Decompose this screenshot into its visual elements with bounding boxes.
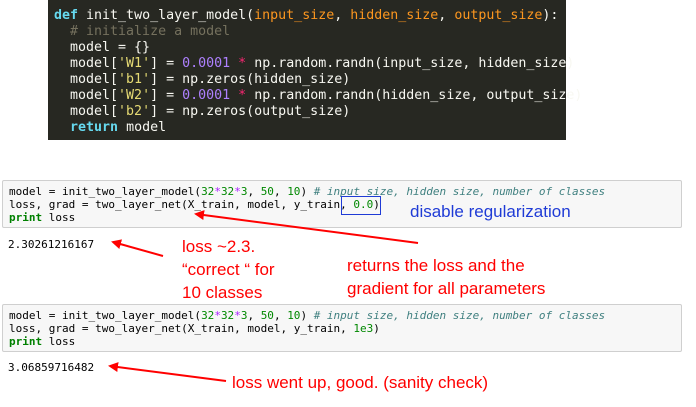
code-token: * (234, 185, 241, 198)
code-token: ): (542, 8, 559, 23)
code-token: model[ (54, 88, 119, 103)
returns-loss-annotation-line2: gradient for all parameters (347, 279, 546, 298)
code-token: ] = (150, 56, 183, 71)
loss-correct-annotation-line2: “correct “ for (182, 260, 275, 279)
code-token: model[ (54, 72, 119, 87)
code-token: , (273, 185, 288, 198)
code-token: np.random.randn(input_size, hidden_size) (254, 56, 575, 71)
code-token: 1e3 (353, 322, 374, 335)
code-token: # input size, hidden size, number of cla… (313, 309, 606, 322)
code-token: ] = (150, 88, 183, 103)
code-token: loss, grad = two_layer_net(X_train, mode… (9, 198, 354, 211)
cell2-code-line: print loss (9, 335, 675, 348)
code-token: 0.0001 (182, 88, 231, 103)
code-token: , (247, 309, 261, 322)
code-token: , (334, 8, 351, 23)
code-token: output_size (454, 8, 543, 23)
model-init-code-line: model['b1'] = np.zeros(hidden_size) (48, 72, 566, 88)
code-token: np.random.randn(hidden_size, output_size… (254, 88, 583, 103)
code-token: ) (300, 309, 314, 322)
code-token: print (9, 211, 43, 224)
loss-correct-annotation-line3: 10 classes (182, 283, 263, 302)
code-token: 'W1' (118, 56, 151, 71)
model-init-code-line: model['b2'] = np.zeros(output_size) (48, 104, 566, 120)
regularization-highlight-box (341, 196, 381, 215)
code-token: return (70, 120, 119, 135)
code-token: * (234, 309, 241, 322)
code-token: ] = np.zeros(hidden_size) (150, 72, 351, 87)
loss-went-up-annotation: loss went up, good. (sanity check) (232, 373, 489, 392)
code-token: model[ (54, 56, 119, 71)
cell2-code-line: model = init_two_layer_model(32*32*3, 50… (9, 309, 675, 322)
code-token: print (9, 335, 43, 348)
model-init-code-line: def init_two_layer_model(input_size, hid… (48, 8, 566, 24)
code-token: init_two_layer_model (86, 8, 247, 23)
code-token: hidden_size (350, 8, 439, 23)
code-token: 50 (260, 309, 274, 322)
code-token: loss (42, 335, 76, 348)
model-init-code-line: # initialize a model (48, 24, 566, 40)
code-token: # initialize a model (54, 24, 231, 39)
code-token: * (230, 88, 255, 103)
model-init-code-line: model['W2'] = 0.0001 * np.random.randn(h… (48, 88, 582, 104)
code-token: 32 (201, 185, 215, 198)
code-token: 0.0001 (182, 56, 231, 71)
cell1-output: 2.30261216167 (8, 238, 95, 251)
cell2-output: 3.06859716482 (8, 361, 95, 374)
model-init-code-line: model = {} (48, 40, 566, 56)
code-token: 32 (220, 185, 235, 198)
code-token: 32 (220, 309, 235, 322)
loss-correct-annotation-line1: loss ~2.3. (182, 237, 256, 256)
model-init-code-line: model['W1'] = 0.0001 * np.random.randn(i… (48, 56, 574, 72)
code-token: ] = np.zeros(output_size) (150, 104, 351, 119)
code-token: ) (373, 322, 380, 335)
code-token: ) (300, 185, 314, 198)
code-token: model = init_two_layer_model( (9, 309, 202, 322)
code-token: def (54, 8, 87, 23)
returns-loss-annotation-line1: returns the loss and the (347, 256, 525, 275)
code-token: 'b2' (118, 104, 151, 119)
code-token: * (214, 309, 221, 322)
code-token: input_size (254, 8, 335, 23)
disable-regularization-annotation: disable regularization (410, 202, 571, 221)
code-token: ( (246, 8, 255, 23)
code-token: 10 (287, 185, 301, 198)
code-token: 10 (287, 309, 301, 322)
cell2-code-line: loss, grad = two_layer_net(X_train, mode… (9, 322, 675, 335)
code-token: 50 (260, 185, 274, 198)
code-token: , (247, 185, 261, 198)
code-token: loss, grad = two_layer_net(X_train, mode… (9, 322, 354, 335)
arrow-to-output1 (111, 239, 164, 257)
code-token: , (438, 8, 455, 23)
code-token: model (118, 120, 167, 135)
code-token: model = {} (54, 40, 151, 55)
code-token: loss (42, 211, 76, 224)
code-token: model[ (54, 104, 119, 119)
notebook-cell-high-reg[interactable]: model = init_two_layer_model(32*32*3, 50… (2, 304, 682, 352)
code-token: * (230, 56, 255, 71)
arrow-to-output2 (108, 362, 227, 382)
code-token: 'b1' (118, 72, 151, 87)
code-token: 32 (201, 309, 215, 322)
code-token: 'W2' (118, 88, 151, 103)
model-init-code-block: def init_two_layer_model(input_size, hid… (48, 0, 582, 140)
model-init-code-line: return model (48, 120, 566, 136)
code-token: * (214, 185, 221, 198)
code-token: , (273, 309, 288, 322)
code-token: model = init_two_layer_model( (9, 185, 202, 198)
